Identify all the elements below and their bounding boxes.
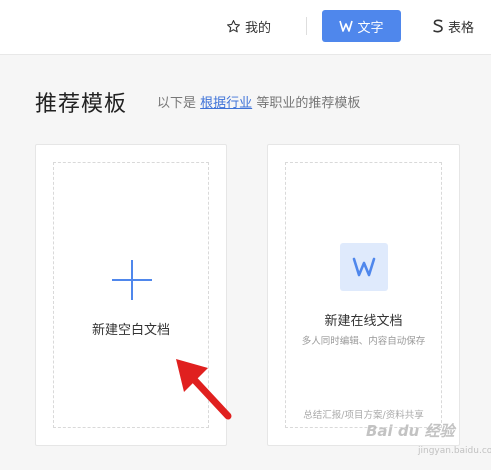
plus-icon — [112, 260, 152, 300]
watermark-logo: Bai du 经验 — [366, 422, 455, 440]
nav-divider — [306, 17, 307, 35]
nav-sheet-label: 表格 — [448, 20, 475, 36]
nav-doc-button[interactable]: 文字 — [322, 10, 401, 42]
industry-link[interactable]: 根据行业 — [200, 96, 252, 111]
new-online-document-label: 新建在线文档 — [324, 314, 403, 329]
watermark-url: jingyan.baidu.com — [418, 446, 491, 456]
top-bar: 我的 文字 表格 — [0, 0, 491, 55]
new-online-document-card[interactable]: 新建在线文档 多人同时编辑、内容自动保存 总结汇报/项目方案/资料共享 — [267, 144, 460, 446]
subtitle-suffix: 等职业的推荐模板 — [256, 96, 361, 111]
online-document-tags: 总结汇报/项目方案/资料共享 — [303, 410, 424, 421]
red-arrow-icon — [176, 359, 232, 420]
w-doc-icon — [340, 243, 388, 291]
nav-mine-button[interactable]: 我的 — [226, 10, 271, 42]
subtitle-prefix: 以下是 — [157, 96, 197, 111]
s-sheet-icon — [433, 19, 443, 33]
star-icon — [227, 19, 240, 32]
card-dashed-border — [285, 162, 442, 428]
nav-sheet-button[interactable]: 表格 — [432, 10, 474, 42]
online-document-description: 多人同时编辑、内容自动保存 — [301, 336, 426, 347]
w-doc-icon — [339, 20, 354, 32]
nav-mine-label: 我的 — [245, 20, 272, 36]
page-title: 推荐模板 — [35, 92, 128, 117]
nav-doc-label: 文字 — [357, 20, 384, 36]
new-blank-document-label: 新建空白文档 — [91, 323, 170, 338]
page-subtitle: 以下是 根据行业 等职业的推荐模板 — [157, 92, 360, 111]
